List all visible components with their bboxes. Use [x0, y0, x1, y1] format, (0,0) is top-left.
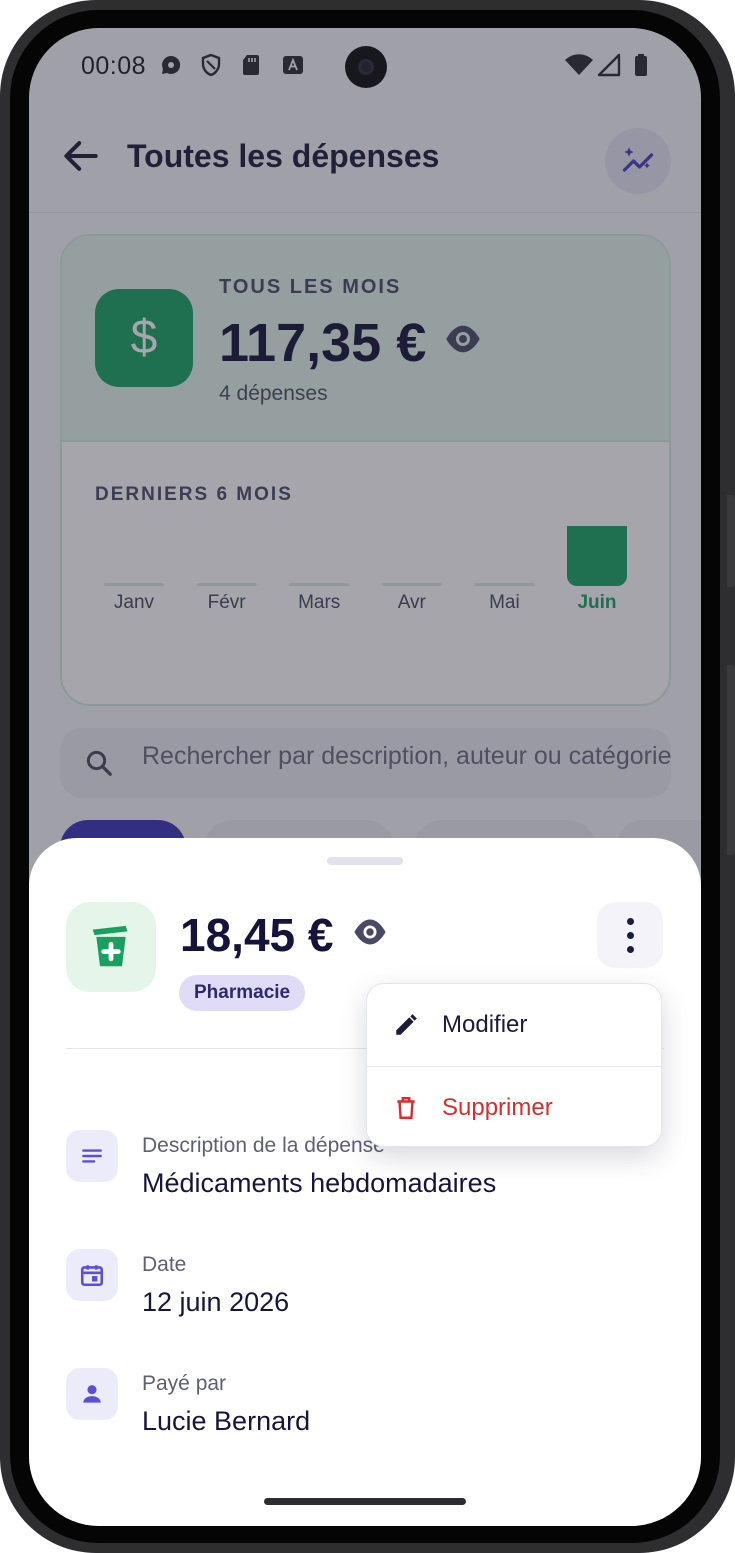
expense-detail-sheet: 18,45 € Pharmacie Description de la dépe… — [29, 838, 701, 1526]
screen: 00:08 Toutes les dépenses $ TOUS LES MOI… — [29, 28, 701, 1526]
home-indicator[interactable] — [264, 1498, 466, 1505]
description-value: Médicaments hebdomadaires — [142, 1168, 497, 1198]
payer-value: Lucie Bernard — [142, 1406, 311, 1436]
more-vert-icon — [627, 918, 634, 925]
edit-label: Modifier — [442, 1011, 528, 1038]
category-tile — [66, 902, 156, 992]
more-options-button[interactable] — [597, 902, 663, 968]
expense-amount: 18,45 € — [180, 909, 334, 961]
calendar-icon — [66, 1249, 118, 1301]
delete-label: Supprimer — [442, 1094, 553, 1121]
description-label: Description de la dépense — [142, 1134, 385, 1157]
volume-button — [727, 495, 735, 587]
overflow-menu: Modifier Supprimer — [366, 983, 662, 1147]
drag-handle[interactable] — [327, 857, 403, 865]
notes-icon — [66, 1130, 118, 1182]
phone-frame: 00:08 Toutes les dépenses $ TOUS LES MOI… — [0, 0, 735, 1553]
menu-item-edit[interactable]: Modifier — [367, 984, 661, 1066]
payer-label: Payé par — [142, 1372, 227, 1395]
trash-icon — [397, 1097, 415, 1119]
eye-icon[interactable] — [351, 918, 389, 946]
date-value: 12 juin 2026 — [142, 1287, 290, 1317]
person-icon — [66, 1368, 118, 1420]
pharmacy-icon — [92, 925, 128, 967]
menu-item-delete[interactable]: Supprimer — [367, 1067, 661, 1149]
power-button — [727, 665, 735, 855]
pencil-icon — [396, 1014, 417, 1035]
date-label: Date — [142, 1253, 187, 1276]
category-badge: Pharmacie — [179, 975, 306, 1011]
